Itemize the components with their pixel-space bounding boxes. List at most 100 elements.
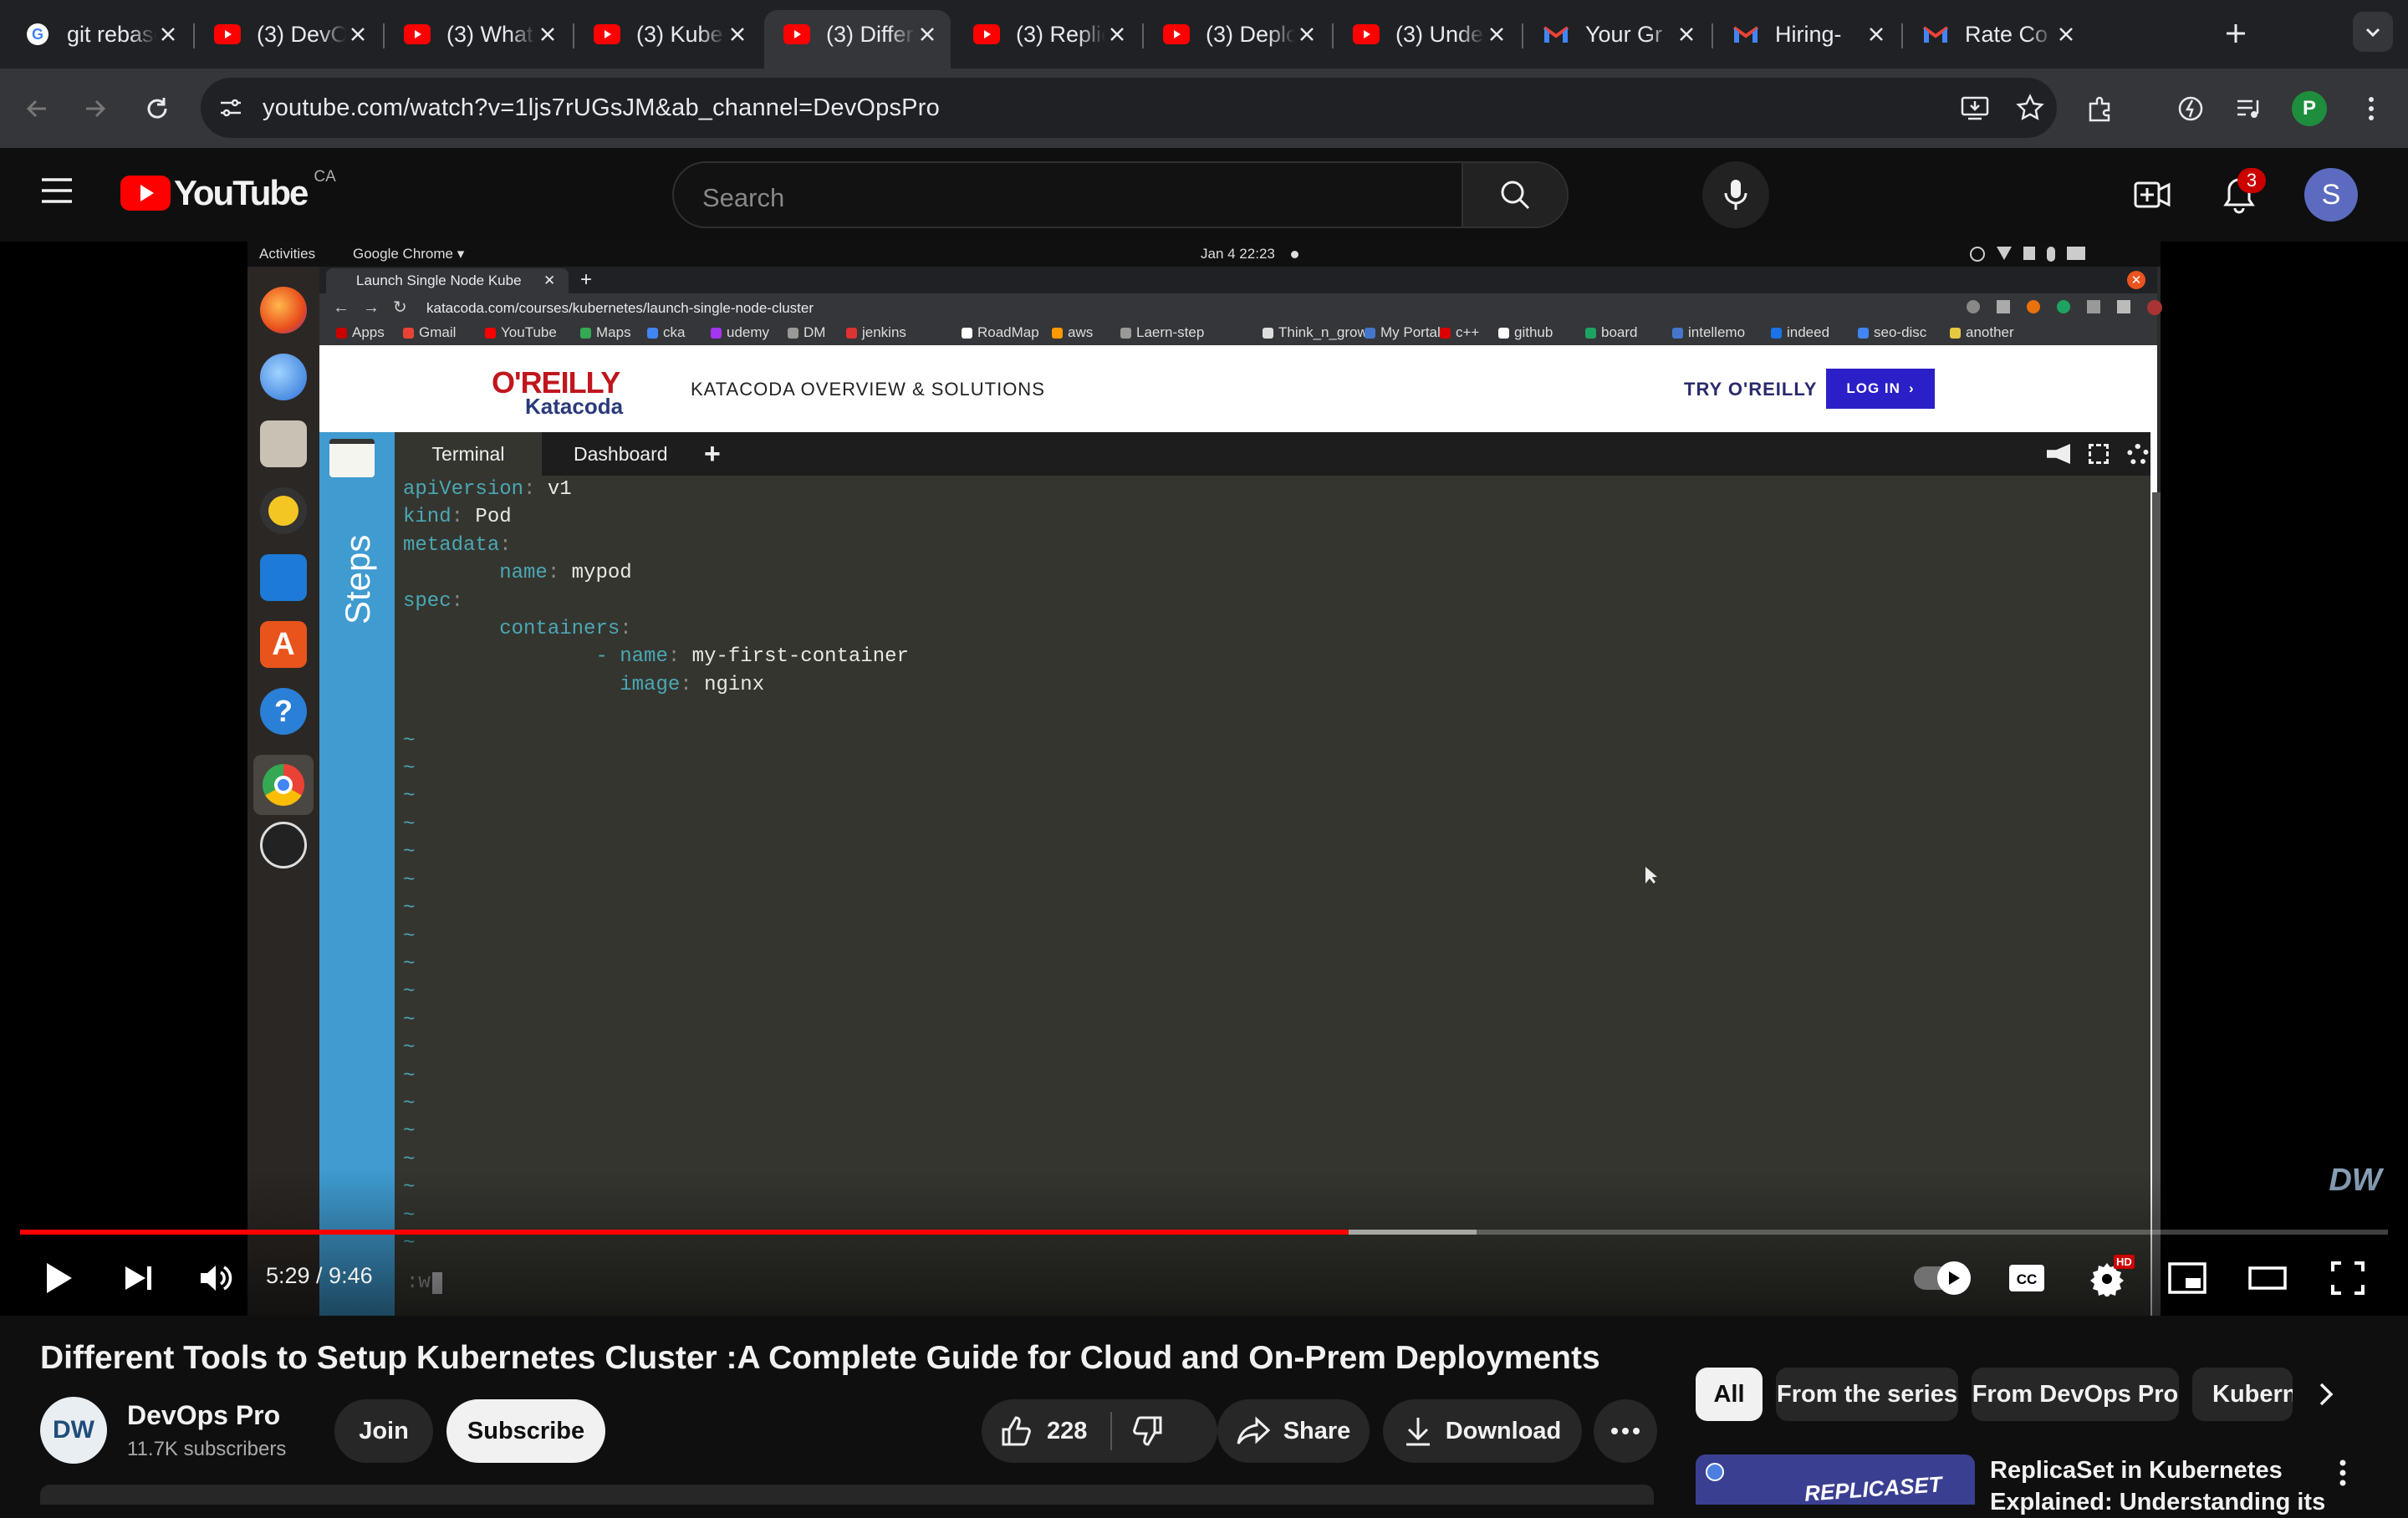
youtube-icon — [1162, 20, 1191, 48]
notifications-button[interactable]: 3 — [2217, 168, 2268, 223]
chip-all[interactable]: All — [1696, 1368, 1763, 1421]
login-label: LOG IN — [1846, 380, 1900, 396]
download-button[interactable]: Download — [1383, 1399, 1582, 1463]
thunderbird-icon — [260, 354, 307, 400]
browser-tab[interactable]: (3) Different — [764, 10, 951, 69]
browser-tab[interactable]: (3) Replica — [954, 10, 1140, 59]
chip-kubernetes[interactable]: Kubernetes — [2192, 1368, 2293, 1421]
youtube-icon — [593, 20, 621, 48]
obs-icon — [260, 822, 307, 869]
url-text[interactable]: youtube.com/watch?v=1ljs7rUGsJM&ab_chann… — [263, 94, 940, 122]
close-tab-icon[interactable] — [1675, 20, 1698, 48]
youtube-logo[interactable]: YouTube CA — [120, 168, 336, 213]
vim-empty-line: ~ — [403, 1064, 416, 1088]
voice-search-button[interactable] — [1702, 161, 1769, 228]
chip-label: Kubernetes — [2212, 1380, 2293, 1408]
install-app-icon[interactable] — [1960, 93, 1990, 123]
browser-menu-button[interactable] — [2349, 87, 2393, 130]
browser-tab[interactable]: (3) DevOps — [195, 10, 381, 59]
close-tab-icon[interactable] — [1105, 20, 1129, 48]
browser-toolbar: youtube.com/watch?v=1ljs7rUGsJM&ab_chann… — [0, 69, 2408, 148]
chevron-right-icon: › — [1908, 380, 1915, 396]
bookmark-star-icon[interactable] — [2015, 93, 2045, 123]
ubuntu-top-bar: Activities Google Chrome ▾ Jan 4 22:23 — [247, 242, 2161, 267]
create-button[interactable] — [2134, 178, 2171, 211]
new-tab-button[interactable] — [2214, 12, 2258, 55]
profile-avatar[interactable]: P — [2288, 87, 2331, 130]
browser-tab[interactable]: Your Gr — [1523, 10, 1710, 59]
close-tab-icon[interactable] — [916, 20, 939, 48]
bookmark-label: c++ — [1456, 324, 1480, 340]
guide-menu-button[interactable] — [40, 176, 79, 215]
vim-empty-line: ~ — [403, 841, 416, 864]
close-tab-icon[interactable] — [726, 20, 749, 48]
performance-icon[interactable] — [2169, 87, 2212, 130]
katacoda-login-button: LOG IN › — [1826, 369, 1935, 409]
recommended-thumbnail[interactable]: REPLICASET — [1696, 1454, 1975, 1505]
inner-bookmark: Laern-step — [1120, 324, 1204, 341]
fullscreen-button[interactable] — [2324, 1255, 2371, 1302]
chip-from-devops-pro[interactable]: From DevOps Pro — [1972, 1368, 2179, 1421]
bookmark-label: Laern-step — [1136, 324, 1205, 340]
search-input[interactable]: Search — [702, 183, 784, 213]
vim-empty-line: ~ — [403, 925, 416, 948]
gmail-icon — [1542, 20, 1570, 48]
browser-tab[interactable]: Rate Co — [1903, 10, 2089, 59]
channel-avatar[interactable]: DW — [40, 1397, 107, 1464]
close-tab-icon[interactable] — [1865, 20, 1888, 48]
account-avatar[interactable]: S — [2304, 168, 2358, 222]
close-tab-icon[interactable] — [346, 20, 370, 48]
video-player[interactable]: Activities Google Chrome ▾ Jan 4 22:23 A… — [0, 242, 2408, 1316]
reload-button[interactable] — [135, 87, 179, 130]
katacoda-header: O'REILLY Katacoda KATACODA OVERVIEW & SO… — [319, 345, 2157, 432]
media-controls-icon[interactable] — [2227, 87, 2271, 130]
chip-from-the-series[interactable]: From the series — [1776, 1368, 1958, 1421]
settings-button[interactable]: HD — [2084, 1255, 2135, 1302]
tab-title: (3) What — [446, 21, 533, 47]
miniplayer-button[interactable] — [2164, 1255, 2211, 1302]
channel-name[interactable]: DevOps Pro — [127, 1400, 280, 1431]
search-box[interactable]: Search — [672, 161, 1569, 228]
browser-tab[interactable]: Ggit rebase — [5, 10, 191, 59]
subscribe-button[interactable]: Subscribe — [446, 1399, 605, 1463]
firefox-icon — [260, 287, 307, 334]
play-button[interactable] — [33, 1255, 84, 1302]
back-button[interactable] — [15, 87, 59, 130]
more-actions-button[interactable] — [1594, 1399, 1657, 1463]
recommended-video-title[interactable]: ReplicaSet in Kubernetes Explained: Unde… — [1990, 1454, 2341, 1518]
forward-button[interactable] — [74, 87, 117, 130]
next-button[interactable] — [114, 1255, 164, 1302]
fullscreen-icon — [2089, 444, 2109, 464]
browser-tab[interactable]: Hiring- — [1713, 10, 1900, 59]
browser-tab[interactable]: (3) What — [385, 10, 571, 59]
close-tab-icon[interactable] — [536, 20, 559, 48]
theater-mode-button[interactable] — [2244, 1255, 2291, 1302]
extensions-icon[interactable] — [2079, 87, 2122, 130]
like-button[interactable]: 228 — [982, 1399, 1087, 1463]
bookmark-favicon — [846, 327, 857, 339]
yaml-key: containers — [499, 618, 620, 641]
chips-next-button[interactable] — [2299, 1368, 2353, 1421]
bookmark-label: seo-disc — [1874, 324, 1927, 340]
close-tab-icon[interactable] — [1295, 20, 1319, 48]
inner-tab: Launch Single Node Kube ✕ — [326, 268, 569, 293]
browser-tab[interactable]: (3) Kube — [574, 10, 761, 59]
recommended-menu-button[interactable] — [2338, 1458, 2348, 1488]
progress-bar[interactable] — [20, 1230, 2388, 1235]
close-tab-icon[interactable] — [1485, 20, 1508, 48]
close-tab-icon[interactable] — [2054, 20, 2078, 48]
description-box[interactable] — [40, 1485, 1654, 1505]
address-bar[interactable]: youtube.com/watch?v=1ljs7rUGsJM&ab_chann… — [201, 78, 2057, 138]
bookmark-label: Maps — [596, 324, 631, 340]
volume-button[interactable] — [191, 1255, 241, 1302]
search-button[interactable] — [1462, 163, 1567, 227]
join-button[interactable]: Join — [334, 1399, 433, 1463]
captions-button[interactable]: CC — [2003, 1255, 2050, 1302]
tab-search-button[interactable] — [2353, 12, 2393, 52]
share-button[interactable]: Share — [1217, 1399, 1370, 1463]
browser-tab[interactable]: (3) Deploy — [1144, 10, 1330, 59]
autoplay-toggle[interactable] — [1911, 1255, 1972, 1302]
browser-tab[interactable]: (3) Under — [1334, 10, 1520, 59]
close-tab-icon[interactable] — [156, 20, 180, 48]
dislike-button[interactable] — [1112, 1399, 1164, 1463]
